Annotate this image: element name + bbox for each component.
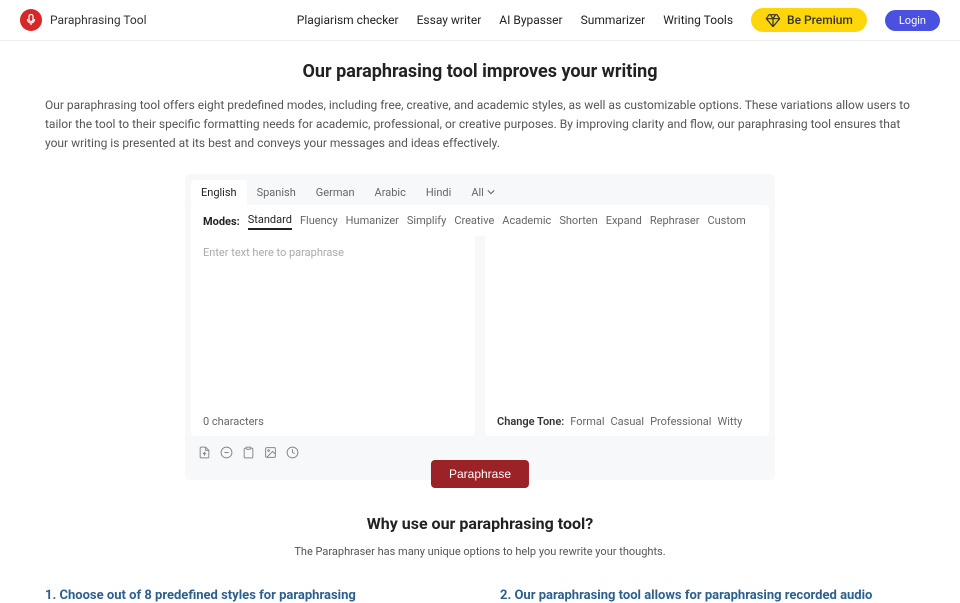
bottom-bar bbox=[185, 436, 775, 460]
lang-english[interactable]: English bbox=[191, 180, 247, 205]
premium-label: Be Premium bbox=[787, 13, 853, 27]
mode-fluency[interactable]: Fluency bbox=[300, 214, 338, 229]
feature-1-title: 1. Choose out of 8 predefined styles for… bbox=[45, 588, 460, 603]
nav-summarizer[interactable]: Summarizer bbox=[581, 13, 646, 27]
tone-casual[interactable]: Casual bbox=[611, 415, 645, 428]
bottom-bar-wrap: Paraphrase bbox=[185, 436, 775, 470]
brand-name: Paraphrasing Tool bbox=[50, 13, 147, 27]
mode-expand[interactable]: Expand bbox=[606, 214, 642, 229]
lang-all[interactable]: All bbox=[461, 180, 505, 205]
char-count: 0 characters bbox=[203, 415, 264, 428]
mode-humanizer[interactable]: Humanizer bbox=[346, 214, 399, 229]
why-sub: The Paraphraser has many unique options … bbox=[45, 545, 915, 558]
mode-shorten[interactable]: Shorten bbox=[559, 214, 597, 229]
nav-plagiarism[interactable]: Plagiarism checker bbox=[297, 13, 399, 27]
mode-creative[interactable]: Creative bbox=[454, 214, 494, 229]
tool-card: English Spanish German Arabic Hindi All … bbox=[185, 174, 775, 480]
lang-german[interactable]: German bbox=[306, 180, 365, 205]
tone-professional[interactable]: Professional bbox=[650, 415, 711, 428]
header: Paraphrasing Tool Plagiarism checker Ess… bbox=[0, 0, 960, 41]
premium-button[interactable]: Be Premium bbox=[751, 8, 867, 32]
header-left: Paraphrasing Tool bbox=[20, 9, 147, 31]
mode-academic[interactable]: Academic bbox=[502, 214, 551, 229]
paste-icon[interactable] bbox=[241, 446, 255, 460]
tone-formal[interactable]: Formal bbox=[570, 415, 604, 428]
lang-arabic[interactable]: Arabic bbox=[365, 180, 416, 205]
lang-hindi[interactable]: Hindi bbox=[416, 180, 461, 205]
features-row: 1. Choose out of 8 predefined styles for… bbox=[45, 588, 915, 603]
feature-2: 2. Our paraphrasing tool allows for para… bbox=[500, 588, 915, 603]
login-button[interactable]: Login bbox=[885, 10, 940, 31]
page-title: Our paraphrasing tool improves your writ… bbox=[45, 61, 915, 82]
login-label: Login bbox=[899, 14, 926, 27]
input-placeholder: Enter text here to paraphrase bbox=[203, 246, 344, 259]
input-pane[interactable]: Enter text here to paraphrase 0 characte… bbox=[191, 236, 475, 436]
tone-witty[interactable]: Witty bbox=[717, 415, 742, 428]
mode-simplify[interactable]: Simplify bbox=[407, 214, 446, 229]
main-container: Our paraphrasing tool improves your writ… bbox=[25, 61, 935, 603]
lang-spanish[interactable]: Spanish bbox=[247, 180, 306, 205]
input-footer: 0 characters bbox=[203, 415, 463, 428]
mode-standard[interactable]: Standard bbox=[248, 213, 292, 230]
diamond-icon bbox=[765, 13, 781, 27]
tone-label: Change Tone: bbox=[497, 415, 564, 428]
header-nav: Plagiarism checker Essay writer AI Bypas… bbox=[297, 8, 940, 32]
mode-rephraser[interactable]: Rephraser bbox=[650, 214, 700, 229]
lang-all-label: All bbox=[471, 186, 484, 199]
clear-icon[interactable] bbox=[219, 446, 233, 460]
nav-writing-tools[interactable]: Writing Tools bbox=[663, 13, 733, 27]
feature-1: 1. Choose out of 8 predefined styles for… bbox=[45, 588, 460, 603]
nav-essay[interactable]: Essay writer bbox=[417, 13, 482, 27]
modes-row: Modes: Standard Fluency Humanizer Simpli… bbox=[191, 205, 769, 236]
panes: Enter text here to paraphrase 0 characte… bbox=[185, 236, 775, 436]
why-title: Why use our paraphrasing tool? bbox=[45, 514, 915, 533]
mode-custom[interactable]: Custom bbox=[707, 214, 745, 229]
upload-file-icon[interactable] bbox=[197, 446, 211, 460]
modes-label: Modes: bbox=[203, 215, 240, 228]
logo-icon bbox=[20, 9, 42, 31]
image-icon[interactable] bbox=[263, 446, 277, 460]
nav-bypasser[interactable]: AI Bypasser bbox=[499, 13, 562, 27]
intro-text: Our paraphrasing tool offers eight prede… bbox=[45, 96, 915, 154]
feature-2-title: 2. Our paraphrasing tool allows for para… bbox=[500, 588, 915, 603]
output-pane: Change Tone: Formal Casual Professional … bbox=[485, 236, 769, 436]
language-tabs: English Spanish German Arabic Hindi All bbox=[185, 174, 775, 205]
chevron-down-icon bbox=[487, 188, 495, 196]
paraphrase-button[interactable]: Paraphrase bbox=[431, 460, 529, 488]
icon-row bbox=[197, 446, 299, 460]
history-icon[interactable] bbox=[285, 446, 299, 460]
output-footer: Change Tone: Formal Casual Professional … bbox=[497, 415, 757, 428]
